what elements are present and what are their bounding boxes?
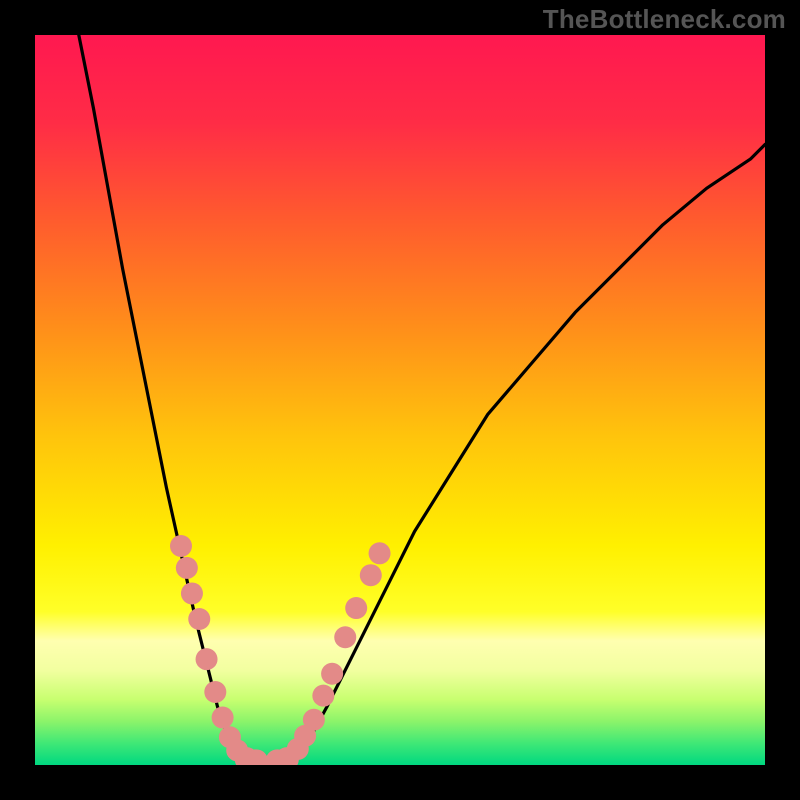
marker-dot bbox=[369, 542, 391, 564]
marker-dot bbox=[188, 608, 210, 630]
marker-dot bbox=[312, 685, 334, 707]
marker-dot bbox=[181, 582, 203, 604]
gradient-background bbox=[35, 35, 765, 765]
marker-dot bbox=[244, 749, 268, 773]
marker-dot bbox=[303, 709, 325, 731]
bottleneck-chart bbox=[0, 0, 800, 800]
marker-dot bbox=[321, 663, 343, 685]
marker-dot bbox=[176, 557, 198, 579]
marker-dot bbox=[360, 564, 382, 586]
marker-dot bbox=[212, 707, 234, 729]
marker-dot bbox=[170, 535, 192, 557]
marker-dot bbox=[334, 626, 356, 648]
marker-dot bbox=[345, 597, 367, 619]
attribution-label: TheBottleneck.com bbox=[543, 4, 786, 35]
marker-dot bbox=[204, 681, 226, 703]
marker-dot bbox=[196, 648, 218, 670]
chart-frame: TheBottleneck.com bbox=[0, 0, 800, 800]
